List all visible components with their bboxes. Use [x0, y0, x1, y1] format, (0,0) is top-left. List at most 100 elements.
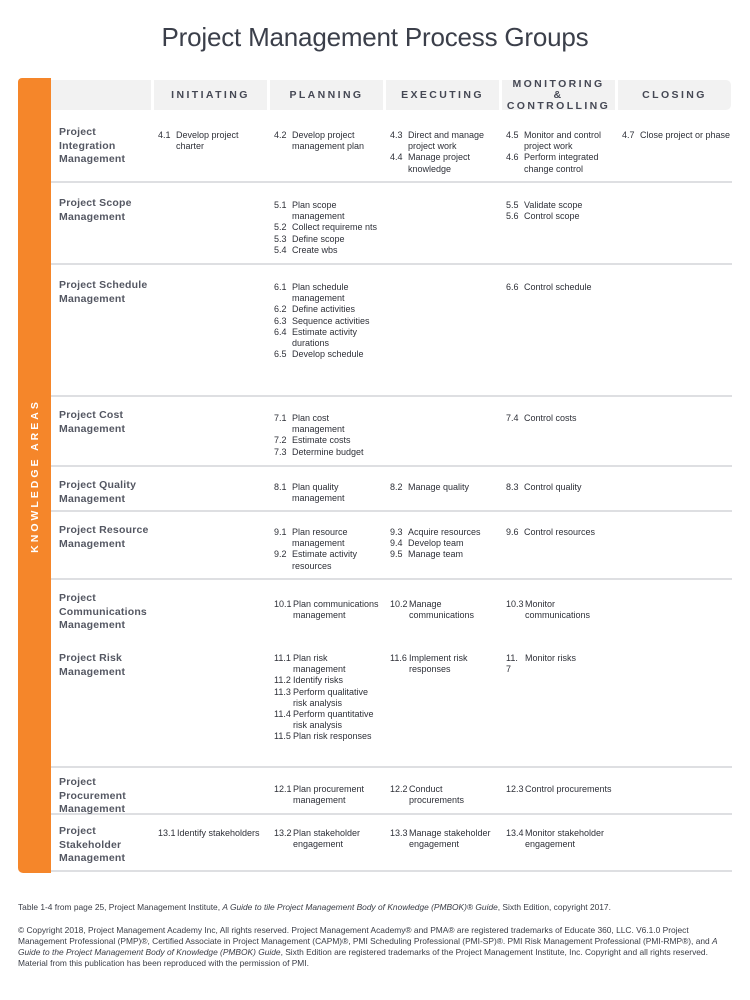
knowledge-areas-label: KNOWLEDGE AREAS: [28, 398, 41, 553]
process-number: 6.1: [274, 282, 287, 292]
process-number: 11.6: [390, 653, 407, 663]
process-item: 11.5 Plan risk responses: [274, 731, 382, 742]
process-name: Control quality: [524, 482, 582, 492]
process-number: 4.4: [390, 152, 403, 163]
process-name: Control procurements: [525, 784, 612, 794]
process-item: 11.4 Perform quantitative risk analysis: [274, 709, 382, 731]
process-number: 9.2: [274, 549, 287, 560]
process-item: 6.6 Control schedule: [506, 282, 614, 293]
process-number: 12.2: [390, 784, 408, 794]
process-item: 7.3 Determine budget: [274, 447, 382, 458]
process-number: 7.2: [274, 435, 287, 446]
process-name: Control scope: [524, 211, 580, 222]
header-initiating: INITIATING: [154, 80, 267, 110]
knowledge-area-row: Project Communications Management 10.1 Pla…: [51, 582, 732, 644]
process-name: Estimate activity resources: [292, 549, 358, 571]
cell-initiating: 13.1 Identify stakeholders: [158, 828, 266, 839]
knowledge-area-name: Project Stakeholder Management: [59, 825, 126, 864]
process-item: 7.4 Control costs: [506, 413, 614, 424]
process-item: 4.5 Monitor and control project work: [506, 130, 614, 152]
process-item: 4.1 Develop project charter: [158, 130, 266, 152]
process-name: Plan procurement management: [293, 784, 365, 806]
process-name: Validate scope: [524, 200, 583, 210]
knowledge-area-row: Project Quality Management 8.1 Plan qualit…: [51, 469, 732, 512]
process-item: 9.3 Acquire resources: [390, 527, 498, 538]
process-number: 4.7: [622, 130, 635, 140]
process-item: 13.3 Manage stakeholder engagement: [390, 828, 498, 850]
cell-monitoring: 12.3 Control procurements: [506, 784, 614, 795]
process-number: 10.1: [274, 599, 292, 609]
process-number: 11.3: [274, 686, 291, 697]
copyright-notice: © Copyright 2018, Project Management Aca…: [18, 925, 718, 968]
process-name: Plan cost management: [292, 413, 345, 435]
process-item: 11.6 Implement risk responses: [390, 653, 498, 675]
process-number: 5.3: [274, 233, 287, 244]
process-item: 13.1 Identify stakeholders: [158, 828, 266, 839]
knowledge-area-name: Project Risk Management: [59, 652, 126, 678]
process-item: 9.2 Estimate activity resources: [274, 549, 382, 571]
process-item: 4.7 Close project or phase: [622, 130, 734, 141]
process-item: 6.3 Sequence activities: [274, 316, 382, 327]
cell-planning: 13.2 Plan stakeholder engagement: [274, 828, 382, 850]
process-number: 11. 7: [506, 653, 518, 675]
process-item: 6.1 Plan schedule management: [274, 282, 382, 304]
process-name: Direct and manage project work: [408, 130, 485, 152]
process-number: 9.1: [274, 527, 287, 537]
knowledge-area-row: Project Integration Management 4.1 Develop…: [51, 110, 732, 183]
process-number: 9.5: [390, 549, 403, 560]
cell-planning: 4.2 Develop project management plan: [274, 130, 382, 152]
process-number: 6.2: [274, 304, 287, 315]
process-name: Control costs: [524, 413, 577, 423]
process-name: Determine budget: [292, 446, 364, 457]
process-name: Manage communications: [409, 599, 475, 621]
process-number: 6.5: [274, 349, 287, 360]
process-item: 10.2 Manage communications: [390, 599, 498, 621]
process-item: 12.2 Conduct procurements: [390, 784, 498, 806]
cell-planning: 10.1 Plan communications management: [274, 599, 382, 621]
process-name: Identify risks: [293, 675, 344, 686]
process-name: Monitor stakeholder engagement: [525, 828, 605, 850]
process-name: Plan stakeholder engagement: [293, 828, 361, 850]
cell-executing: 10.2 Manage communications: [390, 599, 498, 621]
process-name: Estimate activity durations: [292, 326, 358, 349]
knowledge-area-row: Project Stakeholder Management 13.1 Identi…: [51, 817, 732, 872]
process-name: Manage team: [408, 549, 464, 560]
cell-planning: 9.1 Plan resource management 9.2 Estimate a…: [274, 527, 382, 572]
process-name: Develop project charter: [176, 130, 239, 152]
process-item: 9.5 Manage team: [390, 549, 498, 560]
process-item: 4.2 Develop project management plan: [274, 130, 382, 152]
process-name: Define scope: [292, 233, 345, 244]
process-number: 9.4: [390, 538, 403, 549]
process-number: 11.1: [274, 653, 291, 663]
process-number: 9.6: [506, 527, 519, 537]
process-item: 11.1 Plan risk management: [274, 653, 382, 675]
process-item: 5.6 Control scope: [506, 211, 614, 222]
knowledge-area-name: Project Quality Management: [59, 479, 137, 505]
cell-monitoring: 9.6 Control resources: [506, 527, 614, 538]
process-name: Create wbs: [292, 244, 338, 255]
process-item: 12.3 Control procurements: [506, 784, 614, 795]
process-number: 6.4: [274, 326, 287, 337]
process-item: 7.1 Plan cost management: [274, 413, 382, 435]
cell-closing: 4.7 Close project or phase: [622, 130, 734, 141]
cell-executing: 11.6 Implement risk responses: [390, 653, 498, 675]
process-name: Monitor communications: [525, 599, 591, 621]
process-item: 6.4 Estimate activity durations: [274, 327, 382, 349]
knowledge-area-row: Project Risk Management 11.1 Plan risk man…: [51, 644, 732, 768]
cell-monitoring: 8.3 Control quality: [506, 482, 614, 493]
page-title: Project Management Process Groups: [161, 22, 589, 52]
cell-planning: 7.1 Plan cost management 7.2 Estimate costs…: [274, 413, 382, 458]
process-name: Acquire resources: [408, 527, 481, 537]
process-item: 8.2 Manage quality: [390, 482, 498, 493]
cell-monitoring: 7.4 Control costs: [506, 413, 614, 424]
process-number: 4.6: [506, 152, 519, 163]
process-item: 5.5 Validate scope: [506, 200, 614, 211]
process-number: 8.1: [274, 482, 287, 492]
header-executing: EXECUTING: [386, 80, 499, 110]
process-name: Sequence activities: [292, 315, 370, 326]
process-name: Plan resource management: [292, 527, 348, 549]
process-item: 9.1 Plan resource management: [274, 527, 382, 549]
knowledge-area-row: Project Schedule Management 6.1 Plan sched…: [51, 267, 732, 397]
process-item: 9.6 Control resources: [506, 527, 614, 538]
cell-monitoring: 5.5 Validate scope 5.6 Control scope: [506, 200, 614, 222]
